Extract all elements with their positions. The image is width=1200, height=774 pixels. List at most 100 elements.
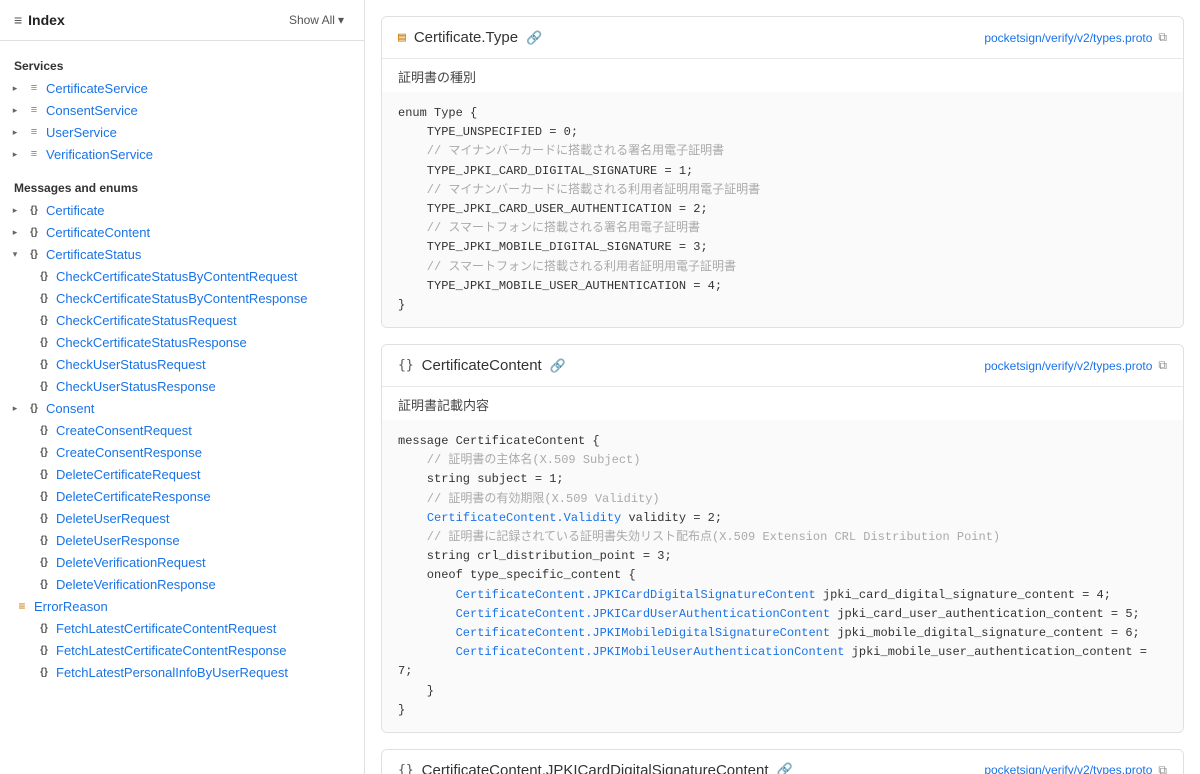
message-icon: {} xyxy=(36,620,52,636)
sidebar-item-label: CertificateContent xyxy=(46,225,150,240)
copy-icon[interactable]: ⧉ xyxy=(1158,358,1167,373)
sidebar-item-label: CertificateStatus xyxy=(46,247,141,262)
sidebar-item-fetch-latest-personal-info[interactable]: {} FetchLatestPersonalInfoByUserRequest xyxy=(0,661,364,683)
code-line: CertificateContent.JPKIMobileDigitalSign… xyxy=(398,624,1167,643)
sidebar-item-label: FetchLatestCertificateContentResponse xyxy=(56,643,287,658)
code-line: CertificateContent.JPKIMobileUserAuthent… xyxy=(398,643,1167,681)
sidebar-item-delete-verification-resp[interactable]: {} DeleteVerificationResponse xyxy=(0,573,364,595)
sidebar-item-label: DeleteUserRequest xyxy=(56,511,169,526)
sidebar-item-check-user-status-req[interactable]: {} CheckUserStatusRequest xyxy=(0,353,364,375)
code-block: enum Type { TYPE_UNSPECIFIED = 0; // マイナ… xyxy=(382,92,1183,327)
code-line: oneof type_specific_content { xyxy=(398,566,1167,585)
code-link-validity[interactable]: CertificateContent.Validity xyxy=(427,511,621,525)
code-line: message CertificateContent { xyxy=(398,432,1167,451)
link-icon[interactable]: 🔗 xyxy=(526,30,542,46)
message-icon: {} xyxy=(36,444,52,460)
code-link-jpki-mobile-user-auth[interactable]: CertificateContent.JPKIMobileUserAuthent… xyxy=(456,645,845,659)
section-certificate-content: {} CertificateContent 🔗 pocketsign/verif… xyxy=(381,344,1184,733)
section-title: CertificateContent xyxy=(422,357,542,374)
sidebar-item-check-user-status-resp[interactable]: {} CheckUserStatusResponse xyxy=(0,375,364,397)
message-icon: {} xyxy=(36,334,52,350)
expand-icon: ▸ xyxy=(8,203,22,217)
sidebar-item-certificate-content[interactable]: ▸ {} CertificateContent xyxy=(0,221,364,243)
code-line: // 証明書に記録されている証明書失効リスト配布点(X.509 Extensio… xyxy=(398,528,1167,547)
sidebar-item-user-service[interactable]: ▸ ≡ UserService xyxy=(0,121,364,143)
message-icon: {} xyxy=(26,400,42,416)
message-icon: {} xyxy=(36,290,52,306)
section-title-left: {} CertificateContent 🔗 xyxy=(398,357,566,374)
code-link-jpki-mobile-digital[interactable]: CertificateContent.JPKIMobileDigitalSign… xyxy=(456,626,830,640)
service-icon: ≡ xyxy=(26,146,42,162)
sidebar-item-check-cert-status-by-content-req[interactable]: {} CheckCertificateStatusByContentReques… xyxy=(0,265,364,287)
sidebar-item-delete-user-req[interactable]: {} DeleteUserRequest xyxy=(0,507,364,529)
code-line: } xyxy=(398,296,1167,315)
copy-icon[interactable]: ⧉ xyxy=(1158,763,1167,774)
sidebar-item-label: CheckCertificateStatusByContentResponse xyxy=(56,291,307,306)
sidebar-item-label: Consent xyxy=(46,401,94,416)
sidebar-item-label: CreateConsentResponse xyxy=(56,445,202,460)
sidebar-item-create-consent-req[interactable]: {} CreateConsentRequest xyxy=(0,419,364,441)
message-icon: {} xyxy=(26,224,42,240)
enum-badge: ▤ xyxy=(398,30,406,45)
sidebar-item-consent[interactable]: ▸ {} Consent xyxy=(0,397,364,419)
code-line: string crl_distribution_point = 3; xyxy=(398,547,1167,566)
sidebar-item-label: CheckCertificateStatusRequest xyxy=(56,313,237,328)
link-icon[interactable]: 🔗 xyxy=(550,358,566,374)
sidebar-item-create-consent-resp[interactable]: {} CreateConsentResponse xyxy=(0,441,364,463)
link-icon[interactable]: 🔗 xyxy=(777,762,793,774)
sidebar-item-label: FetchLatestCertificateContentRequest xyxy=(56,621,276,636)
sidebar-item-label: CertificateService xyxy=(46,81,148,96)
sidebar-item-label: DeleteUserResponse xyxy=(56,533,180,548)
code-link-jpki-card-digital[interactable]: CertificateContent.JPKICardDigitalSignat… xyxy=(456,588,816,602)
code-line: TYPE_UNSPECIFIED = 0; xyxy=(398,123,1167,142)
sidebar-item-label: DeleteCertificateRequest xyxy=(56,467,201,482)
code-line: TYPE_JPKI_MOBILE_USER_AUTHENTICATION = 4… xyxy=(398,277,1167,296)
sidebar-item-consent-service[interactable]: ▸ ≡ ConsentService xyxy=(0,99,364,121)
section-title-bar: {} CertificateContent.JPKICardDigitalSig… xyxy=(382,750,1183,774)
sidebar-item-delete-verification-req[interactable]: {} DeleteVerificationRequest xyxy=(0,551,364,573)
sidebar-title-group: ≡ Index xyxy=(14,12,65,28)
services-section-header: Services xyxy=(0,51,364,77)
file-path: pocketsign/verify/v2/types.proto xyxy=(984,31,1152,45)
message-icon: {} xyxy=(36,576,52,592)
sidebar-item-fetch-latest-cert-content-req[interactable]: {} FetchLatestCertificateContentRequest xyxy=(0,617,364,639)
code-link-jpki-card-user-auth[interactable]: CertificateContent.JPKICardUserAuthentic… xyxy=(456,607,830,621)
sidebar-item-verification-service[interactable]: ▸ ≡ VerificationService xyxy=(0,143,364,165)
sidebar-item-check-cert-status-req[interactable]: {} CheckCertificateStatusRequest xyxy=(0,309,364,331)
message-icon: {} xyxy=(36,356,52,372)
sidebar-item-label: CheckUserStatusRequest xyxy=(56,357,206,372)
sidebar-content: Services ▸ ≡ CertificateService ▸ ≡ Cons… xyxy=(0,41,364,774)
file-path: pocketsign/verify/v2/types.proto xyxy=(984,763,1152,774)
sidebar-item-delete-cert-req[interactable]: {} DeleteCertificateRequest xyxy=(0,463,364,485)
message-icon: {} xyxy=(36,554,52,570)
service-icon: ≡ xyxy=(26,124,42,140)
sidebar-item-check-cert-status-resp[interactable]: {} CheckCertificateStatusResponse xyxy=(0,331,364,353)
sidebar-item-certificate-status[interactable]: ▾ {} CertificateStatus xyxy=(0,243,364,265)
sidebar-item-delete-cert-resp[interactable]: {} DeleteCertificateResponse xyxy=(0,485,364,507)
show-all-button[interactable]: Show All ▾ xyxy=(283,10,350,30)
message-icon: {} xyxy=(36,422,52,438)
code-line: TYPE_JPKI_MOBILE_DIGITAL_SIGNATURE = 3; xyxy=(398,238,1167,257)
message-icon: {} xyxy=(36,642,52,658)
section-title-bar: {} CertificateContent 🔗 pocketsign/verif… xyxy=(382,345,1183,387)
code-line: // 証明書の主体名(X.509 Subject) xyxy=(398,451,1167,470)
sidebar-item-check-cert-status-by-content-resp[interactable]: {} CheckCertificateStatusByContentRespon… xyxy=(0,287,364,309)
sidebar-item-certificate-service[interactable]: ▸ ≡ CertificateService xyxy=(0,77,364,99)
code-line: CertificateContent.JPKICardUserAuthentic… xyxy=(398,605,1167,624)
sidebar-item-label: Certificate xyxy=(46,203,105,218)
file-path: pocketsign/verify/v2/types.proto xyxy=(984,359,1152,373)
sidebar-item-label: VerificationService xyxy=(46,147,153,162)
expand-icon: ▾ xyxy=(8,247,22,261)
service-icon: ≡ xyxy=(26,80,42,96)
sidebar-item-label: DeleteCertificateResponse xyxy=(56,489,211,504)
message-badge: {} xyxy=(398,358,414,373)
sidebar-item-delete-user-resp[interactable]: {} DeleteUserResponse xyxy=(0,529,364,551)
messages-section-header: Messages and enums xyxy=(0,173,364,199)
code-block: message CertificateContent { // 証明書の主体名(… xyxy=(382,420,1183,732)
code-line: // スマートフォンに搭載される署名用電子証明書 xyxy=(398,219,1167,238)
sidebar-item-error-reason[interactable]: ≡ ErrorReason xyxy=(0,595,364,617)
message-icon: {} xyxy=(36,488,52,504)
copy-icon[interactable]: ⧉ xyxy=(1158,30,1167,45)
sidebar-item-certificate[interactable]: ▸ {} Certificate xyxy=(0,199,364,221)
sidebar-item-fetch-latest-cert-content-resp[interactable]: {} FetchLatestCertificateContentResponse xyxy=(0,639,364,661)
